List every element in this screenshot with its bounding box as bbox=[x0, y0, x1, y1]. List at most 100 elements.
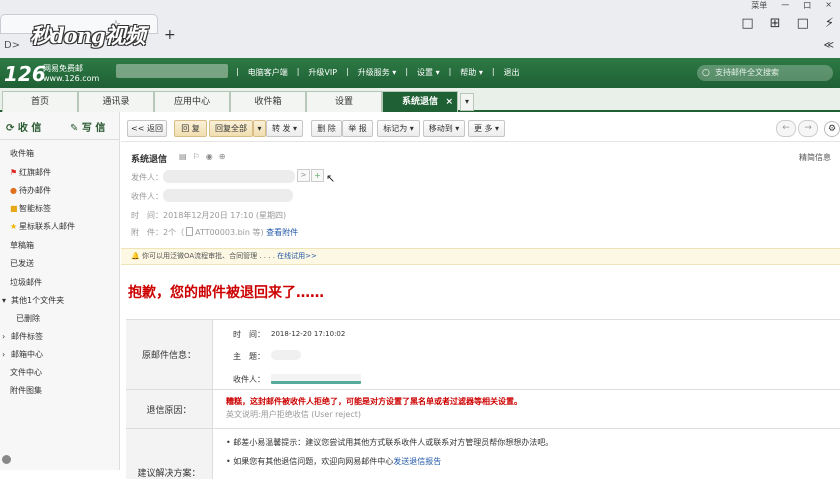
close-window-button[interactable]: × bbox=[825, 0, 832, 10]
mark-as-button[interactable]: 标记为 ▾ bbox=[377, 120, 420, 137]
back-button[interactable]: << 返回 bbox=[127, 120, 167, 137]
new-tab-button[interactable]: + bbox=[164, 27, 176, 43]
pencil-icon: ✎ bbox=[70, 123, 82, 134]
upgrade-service-link[interactable]: 升级服务 ▾ bbox=[358, 67, 397, 78]
sidebar-item-smart-tags[interactable]: ■智能标签 bbox=[10, 203, 51, 214]
sidebar-item-mail-center[interactable]: › 邮箱中心 bbox=[2, 349, 43, 360]
flag-icon[interactable]: ⚐ bbox=[193, 152, 200, 161]
tab-home[interactable]: 首页 bbox=[2, 91, 78, 112]
write-mail-button[interactable]: ✎ 写 信 bbox=[70, 119, 105, 134]
report-button[interactable]: 举 报 bbox=[342, 120, 373, 137]
brand-logo[interactable]: 126 bbox=[4, 62, 46, 86]
suggestion-2-text: • 如果您有其他退信问题，欢迎向网易邮件中心 bbox=[226, 457, 394, 466]
sidebar-item-label: 附件图集 bbox=[10, 386, 42, 395]
sidebar-item-label: 红旗邮件 bbox=[19, 168, 51, 177]
recipient-blurred[interactable] bbox=[271, 374, 361, 384]
grid-icon[interactable]: ⊞ bbox=[770, 16, 781, 31]
user-account-blurred bbox=[116, 64, 228, 78]
sender-blurred[interactable] bbox=[163, 170, 295, 183]
chevron-right-icon: › bbox=[2, 332, 6, 341]
move-to-button[interactable]: 移动到 ▾ bbox=[423, 120, 465, 137]
divider: | bbox=[491, 67, 495, 76]
sidebar-item-label: 收件箱 bbox=[10, 149, 34, 158]
receive-mail-button[interactable]: ⟳ 收 信 bbox=[6, 119, 41, 134]
sidebar-item-sent[interactable]: 已发送 bbox=[10, 258, 34, 269]
more-button[interactable]: 更 多 ▾ bbox=[468, 120, 505, 137]
logout-link[interactable]: 退出 bbox=[504, 67, 520, 78]
tab-app-center[interactable]: 应用中心 bbox=[154, 91, 230, 112]
status-dot-icon bbox=[2, 455, 11, 464]
try-online-link[interactable]: 在线试用>> bbox=[277, 252, 317, 260]
to-label: 收件人： bbox=[131, 192, 163, 201]
sidebar-item-spam[interactable]: 垃圾邮件 bbox=[10, 277, 42, 288]
sidebar-item-file-center[interactable]: 文件中心 bbox=[10, 367, 42, 378]
reply-button[interactable]: 回 复 bbox=[174, 120, 207, 137]
todo-icon[interactable]: ◉ bbox=[206, 152, 213, 161]
sidebar-item-label: 文件中心 bbox=[10, 368, 42, 377]
simplified-info-link[interactable]: 精简信息 bbox=[799, 152, 831, 163]
delete-button[interactable]: 删 除 bbox=[311, 120, 342, 137]
next-message-button[interactable]: → bbox=[798, 120, 818, 137]
divider: | bbox=[346, 67, 349, 76]
forward-button[interactable]: 转 发 ▾ bbox=[266, 120, 303, 137]
minimize-button[interactable]: 一 bbox=[781, 0, 789, 10]
sidebar-item-label: 待办邮件 bbox=[19, 186, 51, 195]
sidebar-item-label: 星标联系人邮件 bbox=[19, 222, 75, 231]
tab-inbox[interactable]: 收件箱 bbox=[230, 91, 306, 112]
time-value: 2018年12月20日 17:10 (星期四) bbox=[163, 211, 287, 220]
reply-all-dropdown[interactable]: ▾ bbox=[253, 120, 266, 137]
view-attachments-link[interactable]: 查看附件 bbox=[266, 228, 298, 237]
prev-next-group: ← → bbox=[776, 120, 818, 137]
bounce-reason-row: 退信原因： 糟糕，这封邮件被收件人拒绝了，可能是对方设置了黑名单或者过滤器等相关… bbox=[126, 390, 840, 429]
sidebar-item-starred-contacts[interactable]: ★ 星标联系人邮件 bbox=[10, 221, 75, 232]
doc-icon[interactable]: ▤ bbox=[179, 152, 187, 161]
sidebar-item-drafts[interactable]: 草稿箱 bbox=[10, 240, 34, 251]
recipient-blurred[interactable] bbox=[163, 189, 293, 202]
send-bounce-report-link[interactable]: 发送退信报告 bbox=[393, 457, 441, 466]
brand-name: 网易免费邮 bbox=[43, 64, 83, 73]
todo-icon: ● bbox=[10, 186, 17, 195]
sidebar-item-todo[interactable]: ● 待办邮件 bbox=[10, 185, 51, 196]
search-icon: ○ bbox=[702, 68, 710, 78]
sidebar-item-flagged[interactable]: ⚑ 红旗邮件 bbox=[10, 167, 51, 178]
prev-message-button[interactable]: ← bbox=[776, 120, 796, 137]
desktop-client-link[interactable]: 电脑客户端 bbox=[248, 67, 288, 78]
write-label: 写 信 bbox=[81, 123, 106, 134]
chevron-right-icon[interactable]: > bbox=[297, 169, 310, 182]
chevron-down-icon[interactable]: ▾ bbox=[460, 93, 474, 111]
sidebar-item-inbox[interactable]: 收件箱 bbox=[10, 148, 34, 159]
sidebar-item-deleted[interactable]: 已删除 bbox=[16, 313, 40, 324]
attachment-name[interactable]: ATT00003.bin 等) bbox=[195, 228, 264, 237]
tab-contacts[interactable]: 通讯录 bbox=[78, 91, 154, 112]
mail-header: 126 网易免费邮 www.126.com | 电脑客户端 | 升级VIP | … bbox=[0, 58, 840, 88]
window-icon[interactable]: □ bbox=[797, 16, 809, 31]
mail-search-input[interactable]: ○ 支持邮件全文搜索 bbox=[697, 65, 833, 81]
attachment-label: 附 件： bbox=[131, 228, 163, 237]
settings-link[interactable]: 设置 ▾ bbox=[417, 67, 440, 78]
tab-system-bounce[interactable]: 系统退信 × bbox=[382, 91, 458, 112]
lightning-icon[interactable]: ⚡ bbox=[825, 16, 834, 31]
suggestion-1: • 邮差小易温馨提示：建议您尝试用其他方式联系收件人或联系对方管理员帮你想想办法… bbox=[226, 438, 554, 447]
brand-subtitle: 网易免费邮 www.126.com bbox=[43, 64, 99, 84]
maximize-button[interactable]: 口 bbox=[803, 0, 811, 10]
help-link[interactable]: 帮助 ▾ bbox=[460, 67, 483, 78]
window-controls[interactable]: 菜单 一 口 × bbox=[751, 0, 832, 10]
sidebar-toggle-icon[interactable]: D> bbox=[4, 40, 20, 51]
reader-icon[interactable]: □ bbox=[741, 16, 753, 31]
tab-settings[interactable]: 设置 bbox=[306, 91, 382, 112]
close-icon[interactable]: × bbox=[445, 92, 453, 112]
menu-button[interactable]: 菜单 bbox=[751, 0, 767, 10]
add-contact-icon[interactable]: + bbox=[311, 169, 324, 182]
reply-all-button[interactable]: 回复全部 bbox=[209, 120, 253, 137]
collapse-icon[interactable]: ≪ bbox=[824, 40, 834, 51]
divider: | bbox=[405, 67, 409, 76]
gear-icon[interactable]: ⚙ bbox=[824, 121, 840, 137]
sidebar-item-attachment-gallery[interactable]: 附件图集 bbox=[10, 385, 42, 396]
sidebar-item-label: 已发送 bbox=[10, 259, 34, 268]
star-icon: ★ bbox=[10, 222, 18, 231]
sidebar-item-mail-tags[interactable]: › 邮件标签 bbox=[2, 331, 43, 342]
upgrade-vip-link[interactable]: 升级VIP bbox=[308, 67, 337, 78]
print-icon[interactable]: ⊕ bbox=[219, 152, 226, 161]
sidebar-item-label: 邮箱中心 bbox=[11, 350, 43, 359]
sidebar-item-other-folders[interactable]: ▾ 其他1个文件夹 bbox=[2, 295, 64, 306]
